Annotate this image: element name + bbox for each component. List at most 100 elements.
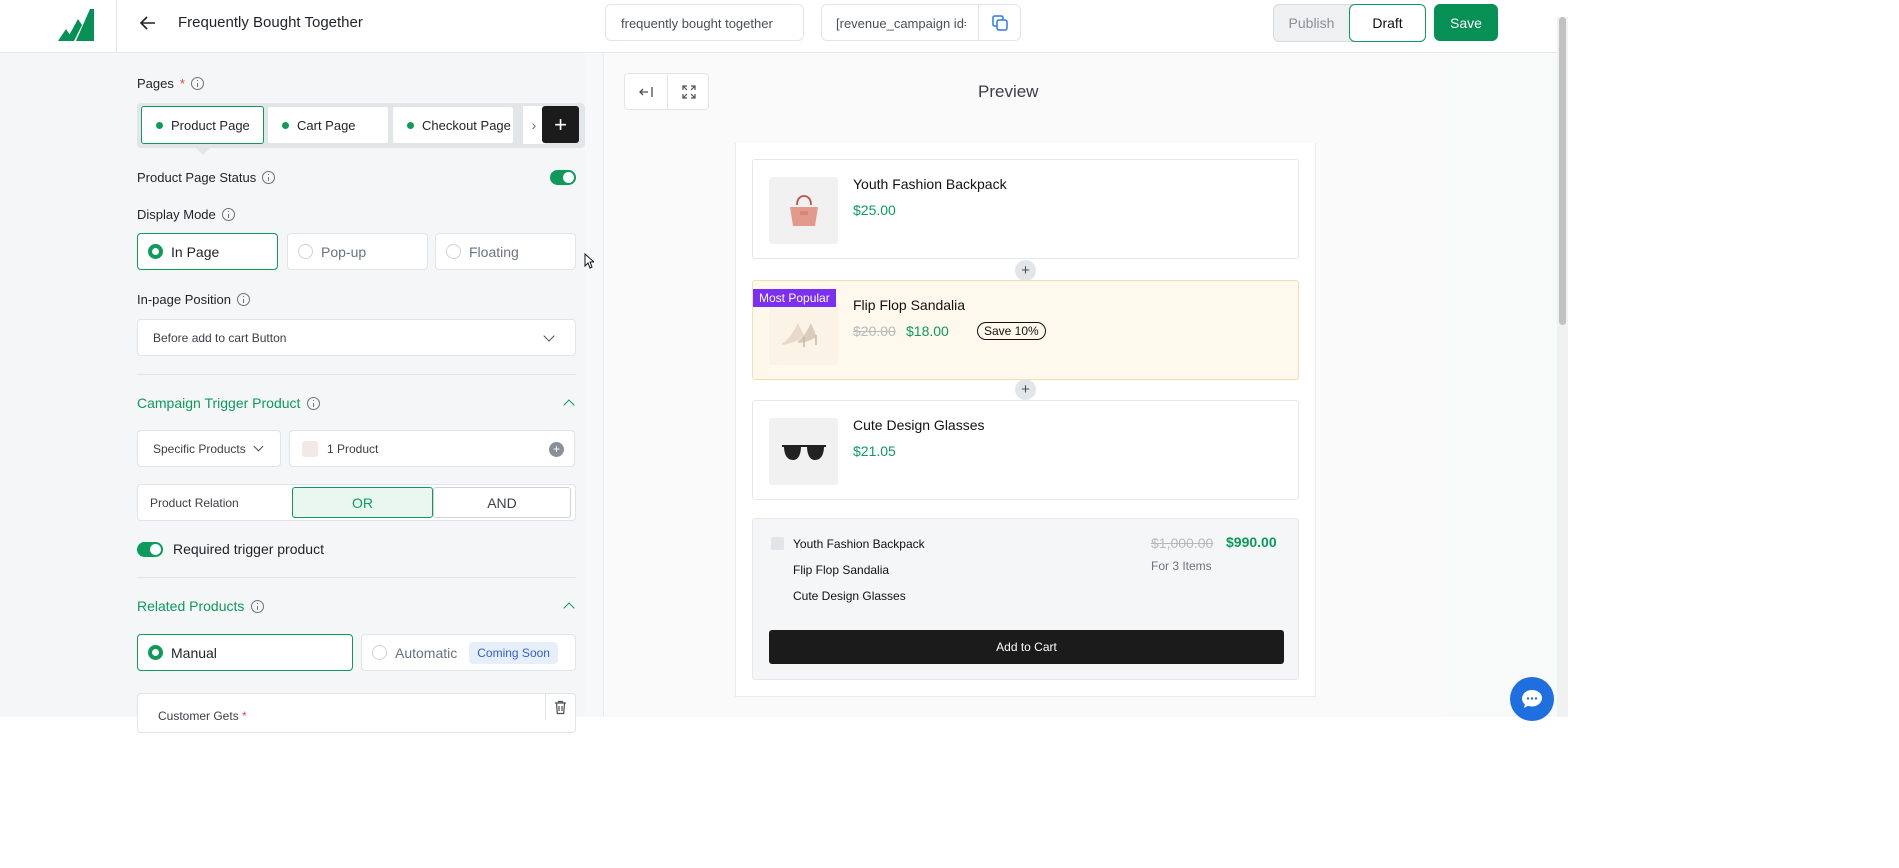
related-section-header[interactable]: Related Products — [137, 598, 265, 614]
display-mode-popup[interactable]: Pop-up — [287, 233, 428, 270]
display-mode-in-page[interactable]: In Page — [137, 233, 278, 270]
fullscreen-button[interactable] — [667, 74, 709, 109]
settings-panel: Pages * Product Page Cart Page Checkout P… — [0, 53, 604, 733]
save-badge: Save 10% — [977, 322, 1046, 340]
summary-item-count: For 3 Items — [1151, 559, 1212, 573]
product-image — [769, 298, 838, 365]
preview-title: Preview — [978, 82, 1039, 101]
active-tab-pointer — [196, 148, 210, 155]
trigger-section-header[interactable]: Campaign Trigger Product — [137, 395, 321, 411]
product-image — [769, 418, 838, 485]
chevron-up-icon[interactable] — [563, 602, 575, 614]
chevron-up-icon[interactable] — [563, 399, 575, 411]
info-icon[interactable] — [307, 396, 321, 410]
product-name: Flip Flop Sandalia — [853, 297, 966, 313]
position-label-text: In-page Position — [137, 292, 231, 307]
save-button[interactable]: Save — [1434, 4, 1498, 41]
related-mode-automatic[interactable]: Automatic Coming Soon — [361, 634, 576, 671]
chevron-down-icon — [253, 441, 264, 452]
chat-support-button[interactable] — [1510, 677, 1554, 721]
add-product-icon[interactable]: + — [549, 442, 564, 457]
info-icon[interactable] — [236, 293, 250, 306]
relation-or-button[interactable]: OR — [292, 487, 433, 518]
radio-icon — [298, 244, 313, 259]
section-title: Campaign Trigger Product — [137, 395, 301, 411]
display-mode-floating[interactable]: Floating — [435, 233, 576, 270]
product-count: 1 Product — [327, 442, 379, 456]
bundle-summary: Youth Fashion Backpack Flip Flop Sandali… — [752, 518, 1299, 680]
summary-item: Youth Fashion Backpack — [793, 537, 925, 551]
product-price: $18.00 — [906, 323, 949, 339]
required-trigger-toggle[interactable] — [137, 541, 163, 557]
checkbox-icon[interactable] — [771, 537, 784, 550]
preview-product-card: Youth Fashion Backpack $25.00 — [752, 159, 1299, 259]
relation-label: Product Relation — [150, 496, 239, 510]
collapse-panel-button[interactable] — [625, 74, 667, 109]
trigger-type-select[interactable]: Specific Products — [137, 430, 281, 467]
product-image — [769, 177, 838, 244]
tab-checkout-page[interactable]: Checkout Page — [392, 106, 514, 144]
display-mode-label-text: Display Mode — [137, 207, 216, 222]
page-status-toggle[interactable] — [550, 170, 576, 185]
status-dot-icon — [407, 121, 414, 129]
select-value: Specific Products — [153, 442, 246, 456]
add-to-cart-button[interactable]: Add to Cart — [769, 630, 1284, 664]
chevron-down-icon — [543, 330, 555, 342]
status-dot-icon — [282, 121, 289, 129]
divider — [137, 577, 576, 578]
product-thumbnail-icon — [302, 441, 318, 457]
delete-button[interactable] — [545, 694, 575, 720]
publish-button[interactable]: Publish — [1274, 5, 1349, 41]
preview-product-card: Most Popular Flip Flop Sandalia $20.00 $… — [752, 280, 1299, 380]
back-button[interactable] — [137, 12, 159, 34]
copy-shortcode-button[interactable] — [978, 5, 1020, 40]
draft-button[interactable]: Draft — [1349, 4, 1426, 42]
product-relation-row: Product Relation OR AND — [137, 484, 576, 521]
summary-old-total: $1,000.00 — [1151, 535, 1214, 551]
add-page-button[interactable]: + — [542, 106, 579, 143]
summary-item: Cute Design Glasses — [793, 589, 906, 603]
shortcode-field[interactable]: [revenue_campaign id=' — [821, 4, 1021, 41]
required-asterisk: * — [179, 76, 185, 91]
chat-icon — [1522, 690, 1542, 708]
info-icon[interactable] — [190, 77, 204, 90]
section-title: Related Products — [137, 598, 245, 614]
display-mode-label: Display Mode — [137, 207, 235, 222]
select-value: Before add to cart Button — [153, 331, 287, 345]
tab-product-page[interactable]: Product Page — [141, 106, 264, 144]
status-dot-icon — [156, 121, 163, 129]
product-name: Cute Design Glasses — [853, 417, 985, 433]
top-bar: Frequently Bought Together frequently bo… — [0, 0, 1568, 53]
campaign-slug-field[interactable]: frequently bought together — [605, 4, 804, 41]
customer-gets-label: Customer Gets * — [158, 709, 247, 723]
scrollbar-thumb[interactable] — [1559, 17, 1566, 325]
copy-icon — [991, 14, 1008, 31]
related-mode-manual[interactable]: Manual — [137, 634, 353, 671]
info-icon[interactable] — [221, 208, 235, 221]
info-icon[interactable] — [251, 599, 265, 613]
required-trigger-row: Required trigger product — [137, 541, 324, 557]
tab-cart-page[interactable]: Cart Page — [267, 106, 389, 144]
tab-label: Cart Page — [297, 117, 356, 133]
preview-margin — [1447, 53, 1568, 717]
trigger-product-picker[interactable]: 1 Product + — [289, 430, 575, 467]
info-icon[interactable] — [262, 171, 276, 184]
trash-icon — [555, 700, 566, 714]
expand-icon — [681, 84, 696, 99]
mode-label: In Page — [171, 243, 220, 260]
plus-icon: + — [1015, 260, 1036, 281]
heels-icon — [781, 322, 817, 347]
brand-logo — [58, 9, 94, 41]
required-trigger-label: Required trigger product — [173, 541, 324, 557]
collapse-left-icon — [639, 86, 653, 97]
page-tabs: Product Page Cart Page Checkout Page › + — [137, 103, 585, 148]
pages-label: Pages * — [137, 76, 204, 91]
in-page-position-select[interactable]: Before add to cart Button — [137, 319, 576, 356]
customer-gets-card: Customer Gets * — [137, 693, 576, 733]
radio-selected-icon — [148, 244, 163, 259]
relation-and-button[interactable]: AND — [433, 487, 571, 518]
required-asterisk: * — [242, 709, 247, 723]
page-scrollbar[interactable] — [1557, 17, 1568, 717]
summary-total: $990.00 — [1226, 534, 1277, 550]
mode-label: Floating — [469, 243, 519, 260]
